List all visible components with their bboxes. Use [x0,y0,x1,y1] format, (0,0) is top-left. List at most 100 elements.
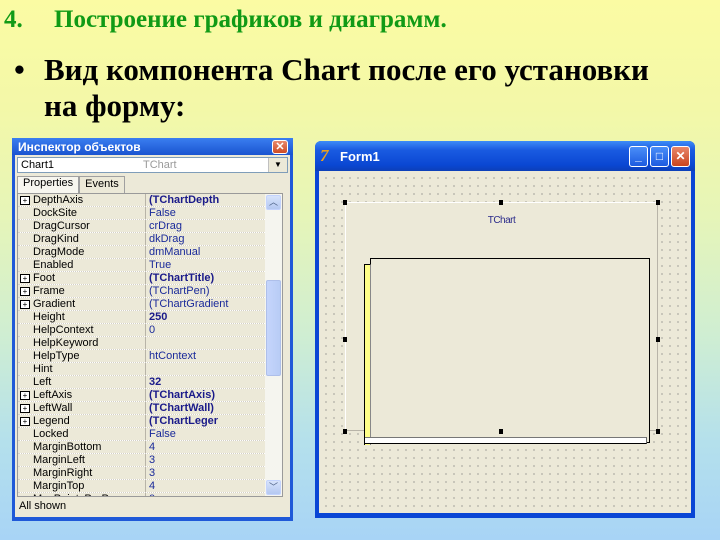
property-row[interactable]: DragCursor crDrag [18,220,282,233]
resize-handle-top-right[interactable] [656,200,660,205]
property-value[interactable]: dkDrag [146,233,282,245]
scrollbar-thumb[interactable] [266,279,281,376]
property-row[interactable]: Hint [18,363,282,376]
property-row[interactable]: HelpKeyword [18,337,282,350]
property-row[interactable]: MarginLeft 3 [18,454,282,467]
object-selector-combo[interactable]: Chart1 TChart ▼ [17,157,288,173]
property-row[interactable]: HelpType htContext [18,350,282,363]
expand-icon[interactable]: + [20,273,30,283]
tab-events[interactable]: Events [79,176,125,193]
property-value[interactable]: False [146,207,282,219]
property-name-cell[interactable]: + Legend [18,415,146,427]
property-name-cell[interactable]: DragKind [18,233,146,245]
property-name-cell[interactable]: MarginRight [18,467,146,479]
property-name-cell[interactable]: MarginLeft [18,454,146,466]
property-row[interactable]: MarginTop 4 [18,480,282,493]
property-value[interactable]: dmManual [146,246,282,258]
property-row[interactable]: HelpContext 0 [18,324,282,337]
expand-icon[interactable]: + [20,403,30,413]
property-row[interactable]: + Frame (TChartPen) [18,285,282,298]
property-name-cell[interactable]: DockSite [18,207,146,219]
property-name-cell[interactable]: Height [18,311,146,323]
property-value[interactable]: (TChartTitle) [146,272,282,284]
property-row[interactable]: Left 32 [18,376,282,389]
property-name-cell[interactable]: + Frame [18,285,146,297]
property-name-cell[interactable]: DragCursor [18,220,146,232]
property-value[interactable] [146,363,282,375]
property-value[interactable]: 0 [146,493,282,496]
property-name-cell[interactable]: Locked [18,428,146,440]
property-name-cell[interactable]: Hint [18,363,146,375]
property-row[interactable]: MarginBottom 4 [18,441,282,454]
property-name-cell[interactable]: + Foot [18,272,146,284]
resize-handle-top-left[interactable] [343,200,347,205]
resize-handle-bottom-right[interactable] [656,429,660,434]
expand-icon[interactable]: + [20,286,30,296]
property-name-cell[interactable]: Enabled [18,259,146,271]
expand-icon[interactable]: + [20,416,30,426]
property-row[interactable]: DockSite False [18,207,282,220]
dropdown-arrow-icon[interactable]: ▼ [268,158,287,172]
property-name-cell[interactable]: DragMode [18,246,146,258]
property-value[interactable]: 4 [146,441,282,453]
property-row[interactable]: Locked False [18,428,282,441]
property-value[interactable]: 3 [146,467,282,479]
property-value[interactable]: 0 [146,324,282,336]
property-value[interactable]: 250 [146,311,282,323]
scroll-down-icon[interactable]: ﹀ [266,480,281,495]
property-row[interactable]: Height 250 [18,311,282,324]
property-value[interactable]: crDrag [146,220,282,232]
property-name-cell[interactable]: HelpType [18,350,146,362]
resize-handle-left[interactable] [343,337,347,342]
property-value[interactable]: (TChartAxis) [146,389,282,401]
property-row[interactable]: DragKind dkDrag [18,233,282,246]
property-value[interactable]: (TChartDepth [146,194,282,206]
chart-component[interactable]: TChart [345,202,658,445]
property-value[interactable]: True [146,259,282,271]
property-row[interactable]: + DepthAxis (TChartDepth [18,194,282,207]
property-row[interactable]: + LeftAxis (TChartAxis) [18,389,282,402]
property-value[interactable]: (TChartPen) [146,285,282,297]
close-icon[interactable]: ✕ [671,145,690,167]
property-value[interactable]: (TChartLeger [146,415,282,427]
resize-handle-bottom-left[interactable] [343,429,347,434]
property-value[interactable]: False [146,428,282,440]
property-row[interactable]: + Gradient (TChartGradient [18,298,282,311]
property-value[interactable]: 32 [146,376,282,388]
minimize-icon[interactable]: _ [629,145,648,167]
form-design-surface[interactable]: TChart [319,171,691,513]
property-name-cell[interactable]: + LeftAxis [18,389,146,401]
property-value[interactable]: (TChartWall) [146,402,282,414]
property-row[interactable]: + LeftWall (TChartWall) [18,402,282,415]
tab-properties[interactable]: Properties [17,176,80,193]
scroll-up-icon[interactable]: ︿ [266,195,281,210]
property-value[interactable]: htContext [146,350,282,362]
property-value[interactable]: 3 [146,454,282,466]
form-titlebar[interactable]: 7 Form1 _ □ ✕ [315,141,695,171]
property-name-cell[interactable]: MarginBottom [18,441,146,453]
property-value[interactable]: 4 [146,480,282,492]
resize-handle-right[interactable] [656,337,660,342]
property-name-cell[interactable]: MaxPointsPerP [18,493,146,496]
expand-icon[interactable]: + [20,390,30,400]
property-name-cell[interactable]: + Gradient [18,298,146,310]
property-value[interactable]: (TChartGradient [146,298,282,310]
property-grid-scrollbar[interactable]: ︿ ﹀ [265,194,282,496]
property-row[interactable]: MaxPointsPerP 0 [18,493,282,496]
property-name-cell[interactable]: HelpKeyword [18,337,146,349]
property-name-cell[interactable]: HelpContext [18,324,146,336]
property-row[interactable]: + Legend (TChartLeger [18,415,282,428]
property-row[interactable]: Enabled True [18,259,282,272]
maximize-icon[interactable]: □ [650,145,669,167]
property-row[interactable]: + Foot (TChartTitle) [18,272,282,285]
expand-icon[interactable]: + [20,195,30,205]
inspector-titlebar[interactable]: Инспектор объектов ✕ [12,138,293,155]
resize-handle-top[interactable] [499,200,503,205]
property-name-cell[interactable]: MarginTop [18,480,146,492]
expand-icon[interactable]: + [20,299,30,309]
property-row[interactable]: MarginRight 3 [18,467,282,480]
resize-handle-bottom[interactable] [499,429,503,434]
inspector-close-icon[interactable]: ✕ [272,139,288,154]
property-name-cell[interactable]: Left [18,376,146,388]
property-row[interactable]: DragMode dmManual [18,246,282,259]
